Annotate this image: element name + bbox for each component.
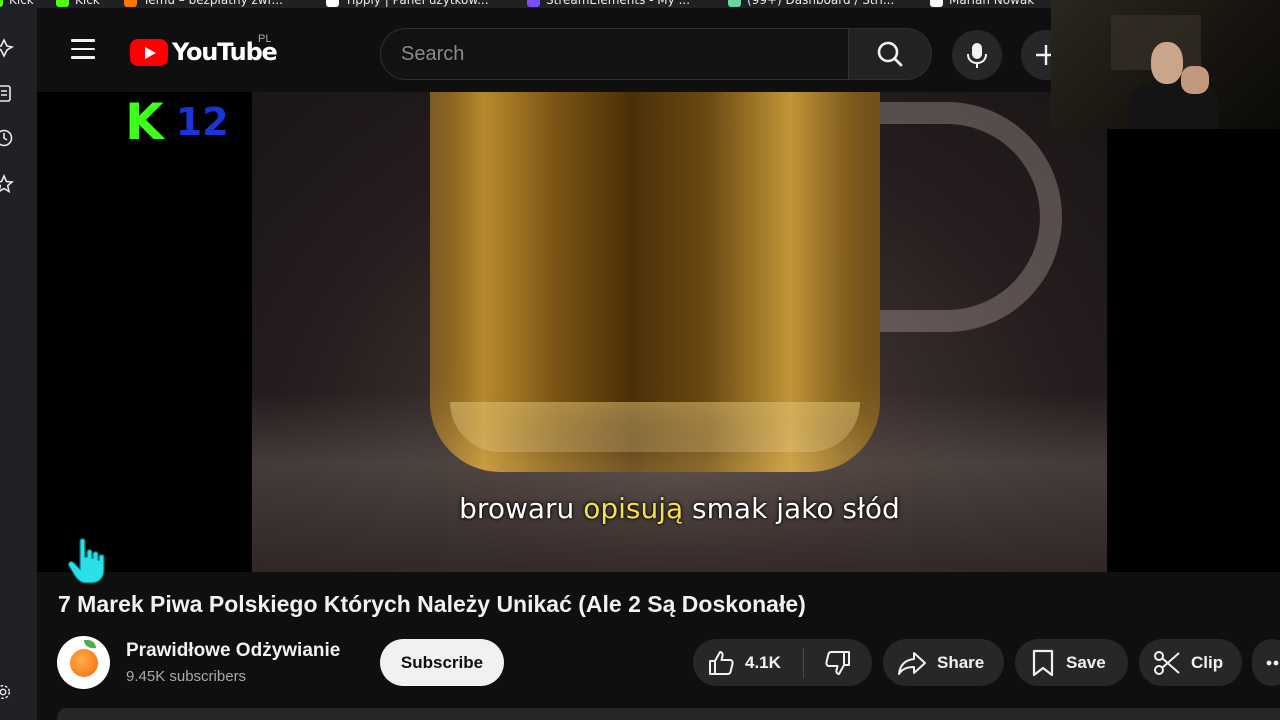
bookmark-label: Marian Nowak xyxy=(949,0,1035,7)
channel-name[interactable]: Prawidłowe Odżywianie xyxy=(126,640,340,662)
bookmark-favicon-icon xyxy=(0,0,3,7)
beer-mug xyxy=(430,92,880,472)
bookmark-label: (99+) Dashboard / Stri... xyxy=(747,0,895,7)
search-icon xyxy=(877,41,903,67)
video-frame: browaru opisują smak jako słód xyxy=(252,92,1107,572)
subscriber-count: 9.45K subscribers xyxy=(126,668,247,685)
browser-sidebar xyxy=(0,8,37,720)
description-box[interactable] xyxy=(57,708,1280,720)
bookmark-favicon-icon xyxy=(56,0,69,7)
person-head xyxy=(1151,42,1183,84)
bookmark-label: Kick xyxy=(75,0,100,7)
subtitle-text-after: smak jako słód xyxy=(683,492,900,525)
bookmark-item[interactable]: Marian Nowak xyxy=(930,0,1034,7)
search-box xyxy=(380,28,849,80)
search-input[interactable] xyxy=(401,29,831,79)
mug-handle xyxy=(852,102,1062,332)
like-button[interactable]: 4.1K xyxy=(693,639,803,686)
history-icon[interactable] xyxy=(0,128,14,148)
bookmark-label: Kick xyxy=(9,0,34,7)
channel-watermark: K 12 xyxy=(125,97,229,147)
subscribe-button[interactable]: Subscribe xyxy=(380,639,504,686)
save-icon xyxy=(1032,649,1054,676)
bookmark-item[interactable]: StreamElements - My ... xyxy=(527,0,690,7)
clip-label: Clip xyxy=(1191,652,1224,672)
youtube-play-icon xyxy=(130,38,168,66)
subtitle-text-before: browaru xyxy=(459,492,584,525)
bookmark-label: StreamElements - My ... xyxy=(546,0,691,7)
save-button[interactable]: Save xyxy=(1015,639,1128,686)
bookmark-item[interactable]: Temu – bezpłatny zwr... xyxy=(124,0,283,7)
bookmark-favicon-icon xyxy=(527,0,540,7)
like-icon xyxy=(709,650,734,675)
clipboard-icon[interactable] xyxy=(0,83,14,103)
channel-avatar[interactable] xyxy=(57,636,110,689)
video-player[interactable]: K 12 browaru opisują smak jako słód xyxy=(37,92,1280,572)
watermark-number: 12 xyxy=(175,100,229,144)
bookmark-item[interactable]: Kick xyxy=(56,0,100,7)
orange-icon xyxy=(69,639,98,677)
video-subtitle: browaru opisują smak jako słód xyxy=(252,492,1107,525)
watermark-k: K xyxy=(125,93,164,151)
more-icon xyxy=(1266,660,1279,665)
region-code: PL xyxy=(258,33,272,45)
hand-cursor-icon xyxy=(67,538,105,584)
bookmark-favicon-icon xyxy=(930,0,943,7)
person-hand xyxy=(1181,66,1209,94)
share-label: Share xyxy=(937,652,985,672)
search-button[interactable] xyxy=(849,28,932,80)
share-icon xyxy=(898,651,926,675)
save-label: Save xyxy=(1066,652,1106,672)
dislike-button[interactable] xyxy=(804,639,872,686)
dislike-icon xyxy=(825,650,850,675)
bookmark-item[interactable]: (99+) Dashboard / Stri... xyxy=(728,0,894,7)
video-title: 7 Marek Piwa Polskiego Których Należy Un… xyxy=(58,591,806,617)
hamburger-menu-icon[interactable] xyxy=(65,31,101,67)
clip-button[interactable]: Clip xyxy=(1139,639,1242,686)
bookmark-label: Tipply | Panel użytkow... xyxy=(345,0,489,7)
more-actions-button[interactable] xyxy=(1252,639,1280,686)
like-dislike-group: 4.1K xyxy=(693,639,872,686)
bookmark-favicon-icon xyxy=(326,0,339,7)
bookmark-item[interactable]: Tipply | Panel użytkow... xyxy=(326,0,489,7)
microphone-icon xyxy=(967,43,987,68)
star-icon[interactable] xyxy=(0,174,14,194)
share-button[interactable]: Share xyxy=(883,639,1004,686)
bookmark-favicon-icon xyxy=(728,0,741,7)
subtitle-highlight: opisują xyxy=(583,492,684,525)
webcam-overlay xyxy=(1051,0,1280,129)
settings-gear-icon[interactable] xyxy=(0,683,12,701)
clip-icon xyxy=(1154,650,1180,675)
bookmark-label: Temu – bezpłatny zwr... xyxy=(143,0,283,7)
bookmark-favicon-icon xyxy=(124,0,137,7)
youtube-logo[interactable]: YouTube PL xyxy=(130,33,278,66)
like-count: 4.1K xyxy=(745,652,781,672)
voice-search-button[interactable] xyxy=(952,30,1002,80)
pin-icon[interactable] xyxy=(0,38,14,58)
bookmark-item[interactable]: Kick xyxy=(0,0,34,7)
